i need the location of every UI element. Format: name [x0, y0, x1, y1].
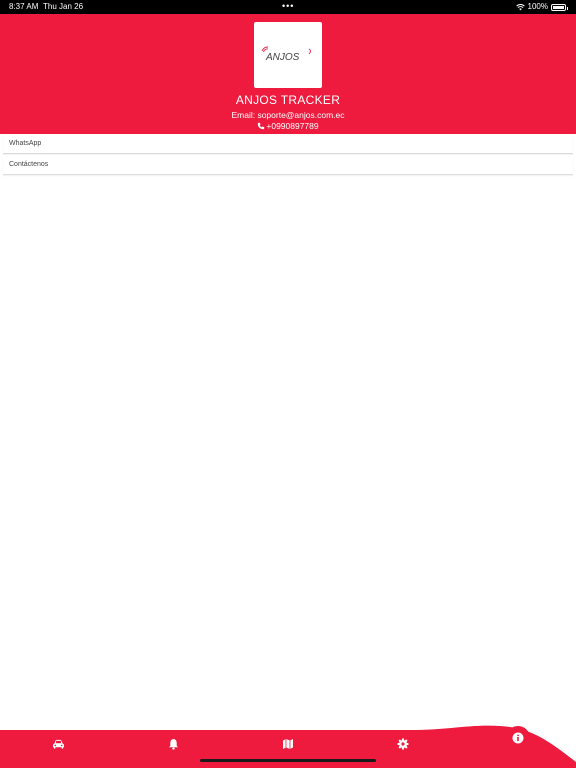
- bell-icon: [168, 738, 178, 750]
- wifi-icon: [515, 4, 525, 11]
- support-phone[interactable]: +0990897789: [0, 121, 576, 131]
- profile-header: ANJOS ANJOS TRACKER Email: soporte@anjos…: [0, 14, 576, 134]
- list-item-whatsapp[interactable]: WhatsApp: [3, 134, 573, 154]
- status-right: 100%: [515, 0, 568, 14]
- home-indicator[interactable]: [200, 759, 376, 762]
- battery-fill: [553, 5, 564, 9]
- anjos-logo-icon: ANJOS: [261, 46, 311, 63]
- gear-icon: [397, 738, 409, 750]
- logo-text: ANJOS: [265, 52, 300, 63]
- map-icon: [283, 739, 293, 749]
- status-bar: 8:37 AM Thu Jan 26 ••• 100%: [0, 0, 576, 14]
- multitasking-dots-icon[interactable]: •••: [282, 0, 294, 13]
- nav-notifications[interactable]: [166, 737, 180, 751]
- support-email[interactable]: Email: soporte@anjos.com.ec: [0, 110, 576, 120]
- list-item-contactenos[interactable]: Contáctenos: [3, 155, 573, 175]
- status-time: 8:37 AM: [9, 2, 39, 11]
- phone-number: +0990897789: [266, 121, 319, 131]
- nav-map[interactable]: [281, 737, 295, 751]
- nav-settings[interactable]: [396, 737, 410, 751]
- phone-icon: [258, 122, 265, 130]
- app-title: ANJOS TRACKER: [235, 93, 341, 107]
- nav-info[interactable]: [506, 726, 530, 750]
- status-date: Thu Jan 26: [43, 2, 84, 11]
- battery-percent: 100%: [527, 2, 548, 11]
- battery-icon: [551, 3, 568, 11]
- info-icon: [512, 732, 524, 744]
- car-icon: [52, 739, 64, 749]
- nav-vehicles[interactable]: [51, 737, 65, 751]
- company-logo: ANJOS: [254, 22, 322, 88]
- contact-options-list: WhatsApp Contáctenos: [3, 134, 573, 176]
